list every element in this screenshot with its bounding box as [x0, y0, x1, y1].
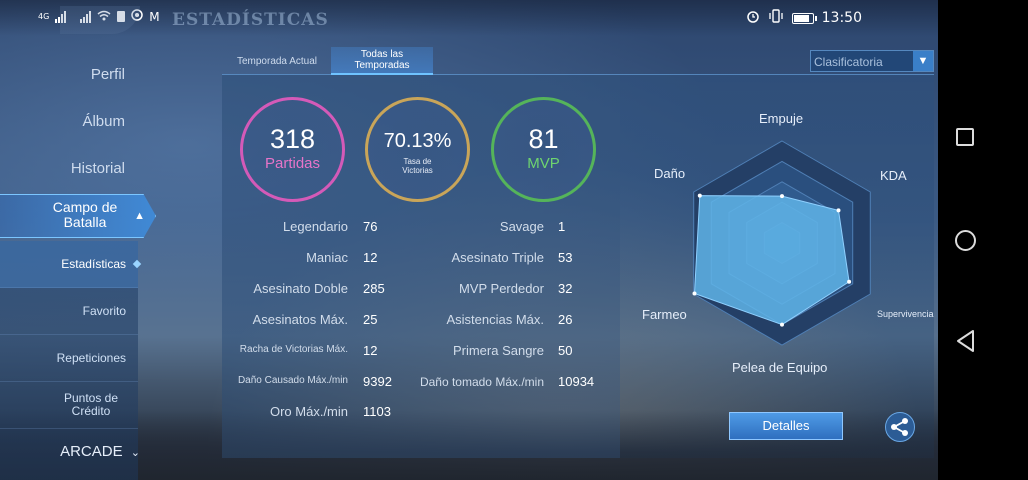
- radar-label-supervivencia: Supervivencia: [877, 309, 934, 319]
- radar-point-pelea_de_equipo: [780, 322, 784, 327]
- stat-label: Savage: [499, 219, 544, 234]
- sidebar-subitem-label: Estadísticas: [61, 256, 126, 271]
- sidebar-subitem-label: Favorito: [82, 303, 126, 318]
- win-rate-value: 70.13%: [383, 130, 452, 152]
- radar-svg: [692, 140, 871, 346]
- mode-select[interactable]: Clasificatoria ▼: [810, 50, 934, 72]
- win-rate-label: Tasa de Victorias: [402, 157, 433, 175]
- sidebar-item-album[interactable]: Álbum: [82, 113, 125, 130]
- stat-value: 53: [558, 250, 573, 265]
- sidebar-item-arcade[interactable]: ARCADE ⌄: [0, 443, 140, 460]
- tab-temporada-actual[interactable]: Temporada Actual: [225, 47, 329, 75]
- radar-label-dano: Daño: [654, 166, 686, 181]
- sidebar-subitem-favorito[interactable]: Favorito: [0, 288, 138, 335]
- recent-apps-icon[interactable]: [956, 128, 974, 146]
- page-title: ESTADÍSTICAS: [172, 10, 329, 30]
- partidas-circle: 318 Partidas: [240, 97, 345, 202]
- stat-label: Asesinato Doble: [253, 281, 348, 296]
- status-right: 13:50: [746, 9, 862, 27]
- mode-select-value: Clasificatoria: [814, 55, 883, 69]
- battery-icon: [791, 12, 817, 24]
- sidebar-subitem-puntos-de-credito[interactable]: Puntos de Crédito: [0, 382, 138, 429]
- radar-point-supervivencia: [847, 279, 852, 284]
- status-time: 13:50: [821, 10, 862, 26]
- radar-chart: Empuje KDA Supervivencia Pelea de Equipo…: [620, 100, 940, 390]
- mvp-label: MVP: [527, 155, 560, 172]
- stat-label: Maniac: [306, 250, 348, 265]
- radar-label-farmeo: Farmeo: [642, 307, 687, 322]
- stat-value: 10934: [558, 374, 595, 389]
- share-button[interactable]: [885, 412, 915, 442]
- stat-label: Legendario: [282, 219, 348, 234]
- sidebar-item-label: ARCADE: [60, 443, 123, 460]
- radar-point-farmeo: [692, 291, 697, 296]
- chevron-down-icon: ⌄: [130, 447, 140, 459]
- stat-value: 76: [363, 219, 378, 234]
- partidas-value: 318: [269, 124, 316, 154]
- stat-value: 32: [558, 281, 573, 296]
- home-icon[interactable]: [955, 230, 976, 251]
- sidebar-item-historial[interactable]: Historial: [71, 160, 125, 177]
- stat-label: Racha de Victorias Máx.: [239, 344, 348, 355]
- sidebar-item-perfil[interactable]: Perfil: [91, 66, 125, 83]
- stat-label: Daño Causado Máx./min: [237, 375, 348, 386]
- radar-point-empuje: [780, 194, 784, 199]
- sidebar-item-campo-de-batalla[interactable]: Campo de Batalla ▲: [0, 194, 156, 238]
- radar-point-dano: [697, 193, 702, 198]
- chevron-up-icon: ▲: [134, 210, 145, 222]
- radar-label-kda: KDA: [880, 168, 907, 183]
- stat-label: MVP Perdedor: [458, 281, 544, 296]
- share-icon: [891, 418, 908, 436]
- sidebar-subitem-label: Puntos de Crédito: [63, 391, 119, 418]
- radar-label-empuje: Empuje: [759, 111, 804, 126]
- detalles-button[interactable]: Detalles: [729, 412, 843, 440]
- stat-value: 12: [363, 250, 378, 265]
- sidebar-subitem-repeticiones[interactable]: Repeticiones: [0, 335, 138, 382]
- stat-label: Oro Máx./min: [269, 404, 348, 419]
- title-logo: [60, 6, 140, 34]
- stat-value: 1103: [363, 404, 391, 419]
- status-bar: 4G M ESTADÍSTICAS 13:50: [0, 0, 1028, 36]
- stat-value: 12: [363, 343, 378, 358]
- partidas-label: Partidas: [264, 155, 321, 172]
- sidebar: Perfil Álbum Historial Campo de Batalla …: [0, 48, 156, 480]
- stat-label: Daño tomado Máx./min: [419, 375, 544, 389]
- mvp-value: 81: [528, 124, 559, 154]
- mvp-circle: 81 MVP: [491, 97, 596, 202]
- stat-label: Primera Sangre: [452, 343, 544, 358]
- win-rate-circle: 70.13% Tasa de Victorias: [365, 97, 470, 202]
- stat-value: 50: [558, 343, 573, 358]
- stat-value: 1: [558, 219, 566, 234]
- chevron-down-icon[interactable]: ▼: [913, 51, 933, 71]
- radar-point-kda: [836, 208, 841, 213]
- sidebar-subitem-label: Repeticiones: [56, 350, 126, 365]
- sidebar-item-label: Campo de Batalla: [52, 199, 118, 230]
- stat-value: 9392: [363, 374, 392, 389]
- sidebar-subitem-estadisticas[interactable]: Estadísticas: [0, 241, 142, 288]
- radar-label-pelea: Pelea de Equipo: [732, 360, 828, 375]
- network-type: 4G: [38, 12, 50, 21]
- stat-label: Asesinato Triple: [451, 250, 545, 265]
- status-bar-corner: [938, 0, 1028, 36]
- vibrate-icon: [768, 9, 784, 27]
- stat-value: 25: [363, 312, 378, 327]
- back-icon[interactable]: [955, 329, 977, 358]
- alarm-icon: [746, 9, 760, 27]
- stat-value: 285: [363, 281, 385, 296]
- active-indicator-icon: [132, 259, 142, 269]
- stat-value: 26: [558, 312, 573, 327]
- android-nav-bar: [938, 36, 1028, 480]
- stat-label: Asesinatos Máx.: [252, 312, 348, 327]
- stat-label: Asistencias Máx.: [446, 312, 544, 327]
- tab-todas-las-temporadas[interactable]: Todas las Temporadas: [331, 47, 433, 75]
- mail-icon: M: [149, 9, 160, 24]
